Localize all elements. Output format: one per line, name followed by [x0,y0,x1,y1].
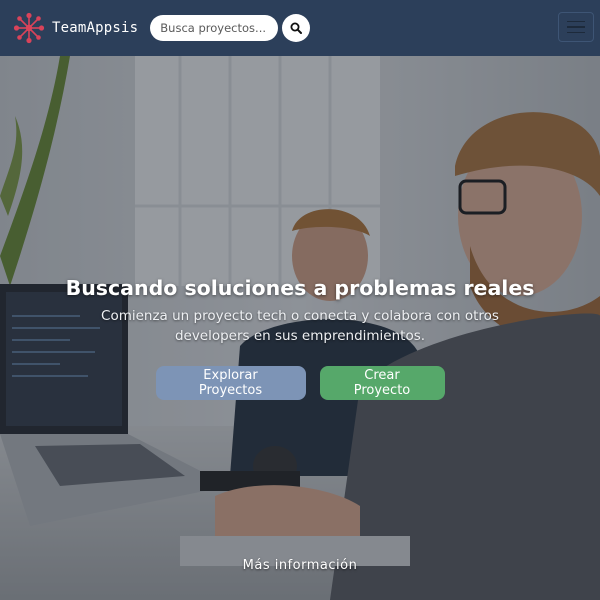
search-icon [290,22,303,34]
hero-actions: Explorar Proyectos Crear Proyecto [0,366,600,400]
hamburger-menu-icon-bar [567,26,585,28]
search-input[interactable] [150,15,279,41]
hamburger-menu-icon-bar [567,20,585,23]
brand-link[interactable]: TeamAppsis [12,11,138,45]
search-button[interactable] [282,14,311,42]
hamburger-menu-icon-bar [567,31,585,34]
hero-section: Buscando soluciones a problemas reales C… [0,56,600,600]
navbar: TeamAppsis [0,0,600,56]
create-project-button[interactable]: Crear Proyecto [319,366,445,400]
brand-name: TeamAppsis [52,20,139,36]
search-form [150,14,311,42]
hero-subtitle: Comienza un proyecto tech o conecta y co… [101,308,499,344]
hero-title: Buscando soluciones a problemas reales [65,276,535,300]
hero-content: Buscando soluciones a problemas reales C… [0,276,600,400]
more-info-link[interactable]: Más información [0,558,600,573]
hamburger-menu-button[interactable] [558,12,594,42]
team-network-logo-icon [13,12,45,44]
explore-projects-button[interactable]: Explorar Proyectos [155,366,306,400]
